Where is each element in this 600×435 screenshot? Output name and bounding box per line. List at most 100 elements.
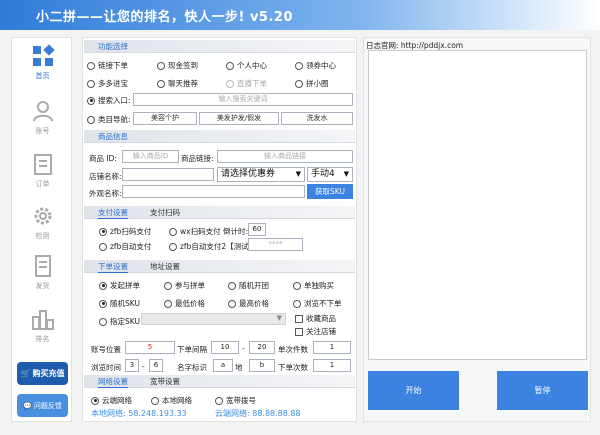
option-category-nav[interactable]: 类目导航: [87, 114, 131, 125]
tab-payment-settings[interactable]: 支付设置 [98, 207, 128, 219]
option-cash-signin[interactable]: 现金签到 [157, 60, 198, 71]
option-label: 指定SKU [110, 317, 140, 326]
buy-recharge-button[interactable]: 🛒 购买充值 [17, 362, 68, 385]
tab-payment-scan[interactable]: 支付扫码 [150, 207, 180, 218]
tab-order-settings[interactable]: 下单设置 [98, 261, 128, 273]
order-section-header: 下单设置 地址设置 [84, 260, 355, 273]
option-label: 个人中心 [237, 61, 267, 70]
radio-icon [87, 79, 95, 88]
radio-icon [295, 79, 303, 88]
option-label: 收藏商品 [306, 314, 336, 323]
window-title: 小二拼——让您的排名，快人一步! v5.20 [36, 10, 294, 25]
log-panel: 日志官网: http://pddjx.com 开始 暂停 [363, 37, 591, 422]
store-name-input[interactable] [122, 168, 214, 181]
order-count-input[interactable]: 1 [313, 359, 351, 372]
product-id-input[interactable]: 输入商品ID [122, 150, 179, 163]
option-search-entry[interactable]: 搜索入口: [87, 95, 131, 106]
sidebar-item-shipping[interactable]: 发货 [12, 248, 73, 298]
category-button-hair[interactable]: 美发护发/假发 [199, 112, 279, 125]
option-random-group[interactable]: 随机开团 [228, 280, 269, 291]
option-wx-scan-pay[interactable]: wx扫码支付 [169, 226, 221, 237]
option-live-order[interactable]: 直播下单 [226, 78, 267, 89]
option-link-order[interactable]: 链接下单 [87, 60, 128, 71]
radio-icon [215, 396, 223, 405]
product-link-input[interactable]: 输入商品链接 [217, 150, 353, 163]
log-output[interactable] [368, 50, 587, 360]
radio-icon [164, 281, 172, 290]
option-pin-circle[interactable]: 拼小圈 [295, 78, 329, 89]
account-position-input[interactable]: 5 [125, 341, 175, 354]
option-label: 拼小圈 [306, 79, 329, 88]
radio-icon [91, 396, 99, 405]
option-zfb-auto-pay[interactable]: zfb自动支付 [99, 241, 151, 252]
browse-from-input[interactable]: 3 [125, 359, 139, 372]
product-id-label: 商品 ID: [89, 154, 117, 163]
option-label: 最高价格 [239, 299, 269, 308]
appearance-name-input[interactable] [122, 185, 305, 198]
category-button-shampoo[interactable]: 洗发水 [281, 112, 353, 125]
option-single-buy[interactable]: 单独购买 [293, 280, 334, 291]
manual-select[interactable]: 手动4 ▼ [307, 167, 353, 182]
order-interval-from-input[interactable]: 10 [211, 341, 239, 354]
sidebar-item-account[interactable]: 账号 [12, 93, 73, 143]
get-sku-button[interactable]: 获取SKU [307, 184, 353, 199]
option-chat-recommend[interactable]: 聊天推荐 [157, 78, 198, 89]
sidebar-item-ranking[interactable]: 排名 [12, 301, 73, 351]
radio-icon [295, 61, 303, 70]
option-local-network[interactable]: 本地网络 [151, 395, 192, 406]
radio-icon [99, 299, 107, 308]
option-label: 宽带拨号 [226, 396, 256, 405]
payment-password-input[interactable]: **** [248, 238, 303, 251]
option-coupon-center[interactable]: 领券中心 [295, 60, 336, 71]
product-link-label: 商品链接: [181, 154, 214, 163]
tab-network-settings[interactable]: 网络设置 [98, 376, 128, 388]
option-random-sku[interactable]: 随机SKU [99, 298, 140, 309]
option-label: 随机SKU [110, 299, 140, 308]
search-keyword-input[interactable]: 输入搜索关键词 [133, 93, 353, 106]
feedback-label: 问题反馈 [33, 401, 62, 410]
checkbox-follow-store[interactable]: 关注店铺 [295, 326, 336, 337]
sidebar-item-label: 账号 [35, 127, 50, 135]
option-label: 多多进宝 [98, 79, 128, 88]
name-mark-input[interactable]: a [213, 359, 233, 372]
option-browse-only[interactable]: 浏览不下单 [293, 298, 342, 309]
pause-button[interactable]: 暂停 [497, 371, 588, 410]
coupon-select[interactable]: 请选择优惠券 ▼ [217, 167, 305, 182]
option-join-group[interactable]: 参与拼单 [164, 280, 205, 291]
option-specify-sku[interactable]: 指定SKU [99, 316, 140, 327]
feedback-button[interactable]: 💬 问题反馈 [17, 394, 68, 417]
category-button-beauty[interactable]: 美容个护 [133, 112, 197, 125]
sku-select[interactable]: ▼ [141, 313, 286, 325]
start-button[interactable]: 开始 [368, 371, 459, 410]
option-label: 领券中心 [306, 61, 336, 70]
option-lowest-price[interactable]: 最低价格 [164, 298, 205, 309]
option-personal-center[interactable]: 个人中心 [226, 60, 267, 71]
option-highest-price[interactable]: 最高价格 [228, 298, 269, 309]
cart-icon: 🛒 [20, 369, 31, 378]
order-icon [33, 154, 52, 175]
countdown-input[interactable]: 60 [248, 223, 266, 236]
sidebar-item-check[interactable]: 检测 [12, 198, 73, 248]
option-broadband-dial[interactable]: 宽带拨号 [215, 395, 256, 406]
browse-to-input[interactable]: 6 [149, 359, 163, 372]
option-label: 链接下单 [98, 61, 128, 70]
sidebar-item-orders[interactable]: 订单 [12, 146, 73, 196]
option-cloud-network[interactable]: 云端网络 [91, 395, 132, 406]
function-section-title: 功能选择 [98, 42, 128, 51]
option-zfb-scan-pay[interactable]: zfb扫码支付 [99, 226, 151, 237]
option-start-group[interactable]: 发起拼单 [99, 280, 140, 291]
sidebar-item-home[interactable]: 首页 [12, 38, 73, 88]
radio-icon [151, 396, 159, 405]
option-duoduo[interactable]: 多多进宝 [87, 78, 128, 89]
radio-icon [87, 96, 95, 105]
order-interval-to-input[interactable]: 20 [249, 341, 275, 354]
tab-address-settings[interactable]: 地址设置 [150, 261, 180, 272]
tab-broadband-settings[interactable]: 宽带设置 [150, 376, 180, 387]
buy-recharge-label: 购买充值 [32, 369, 65, 378]
address-mark-input[interactable]: b [249, 359, 275, 372]
manual-select-value: 手动4 [311, 169, 335, 179]
radio-icon [169, 227, 177, 236]
checkbox-favorite-product[interactable]: 收藏商品 [295, 313, 336, 324]
chat-icon: 💬 [23, 401, 32, 410]
orders-per-input[interactable]: 1 [313, 341, 351, 354]
